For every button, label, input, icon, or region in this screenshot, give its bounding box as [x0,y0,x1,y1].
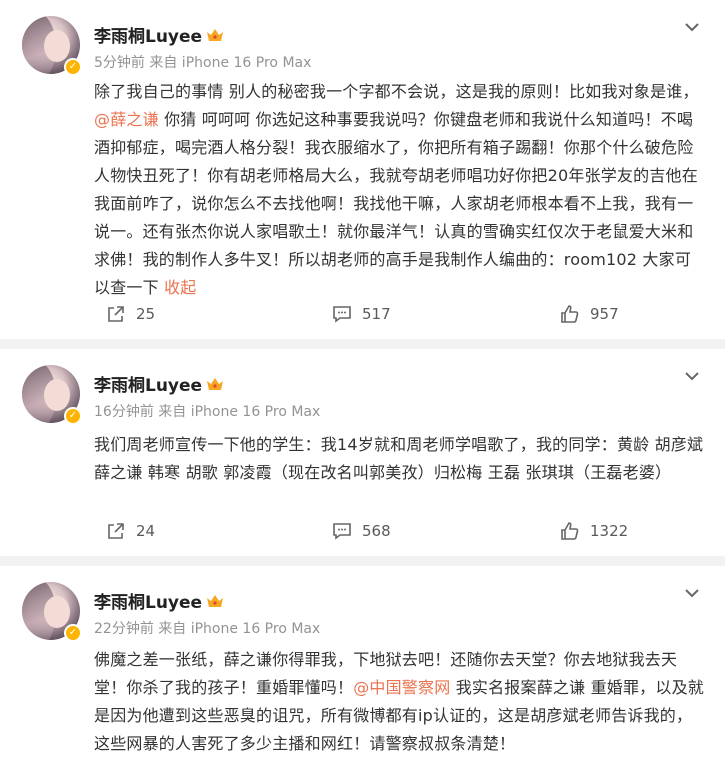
user-name[interactable]: 李雨桐Luyee [94,371,202,396]
chevron-down-icon[interactable] [683,584,701,602]
comment-icon [333,306,351,323]
repost-icon [108,523,124,539]
crown-icon [207,377,224,390]
repost-icon [108,306,124,322]
mention-link[interactable]: @中国警察网 [353,678,450,697]
like-icon [561,522,579,540]
post-meta: 22分钟前 来自 iPhone 16 Pro Max [94,621,321,637]
post-card: ✓ 李雨桐Luyee 22分钟前 来自 iPhone 16 Pro Max 佛魔… [0,566,725,764]
user-name[interactable]: 李雨桐Luyee [94,588,202,613]
mention-link[interactable]: @薛之谦 [94,110,159,129]
comment-button[interactable]: 517 [332,304,391,324]
like-count: 1322 [590,522,629,540]
post-meta: 5分钟前 来自 iPhone 16 Pro Max [94,55,312,71]
repost-count: 25 [136,305,156,323]
post-card: ✓ 李雨桐Luyee 16分钟前 来自 iPhone 16 Pro Max 我们… [0,349,725,556]
comment-icon [333,523,351,540]
post-content: 除了我自己的事情 别人的秘密我一个字都不会说，这是我的原则！比如我对象是谁，@薛… [94,82,699,297]
repost-button[interactable]: 24 [106,521,155,541]
comment-count: 568 [362,522,391,540]
user-name[interactable]: 李雨桐Luyee [94,22,202,47]
weibo-feed: ✓ 李雨桐Luyee 5分钟前 来自 iPhone 16 Pro Max 除了我… [0,0,725,764]
chevron-down-icon[interactable] [683,18,701,36]
like-icon [561,305,579,323]
repost-button[interactable]: 25 [106,304,155,324]
verified-badge-icon: ✓ [64,624,82,642]
post-content: 佛魔之差一张纸，薛之谦你得罪我，下地狱去吧！还随你去天堂？你去地狱我去天堂！你杀… [94,650,704,753]
crown-icon [207,594,224,607]
collapse-link[interactable]: 收起 [164,278,196,297]
verified-badge-icon: ✓ [64,58,82,76]
crown-icon [207,28,224,41]
post-meta: 16分钟前 来自 iPhone 16 Pro Max [94,404,321,420]
like-count: 957 [590,305,619,323]
post-card: ✓ 李雨桐Luyee 5分钟前 来自 iPhone 16 Pro Max 除了我… [0,0,725,339]
comment-count: 517 [362,305,391,323]
chevron-down-icon[interactable] [683,367,701,385]
like-button[interactable]: 1322 [560,521,628,541]
post-content: 我们周老师宣传一下他的学生：我14岁就和周老师学唱歌了，我的同学：黄龄 胡彦斌 … [94,435,704,482]
repost-count: 24 [136,522,156,540]
verified-badge-icon: ✓ [64,407,82,425]
like-button[interactable]: 957 [560,304,619,324]
comment-button[interactable]: 568 [332,521,391,541]
